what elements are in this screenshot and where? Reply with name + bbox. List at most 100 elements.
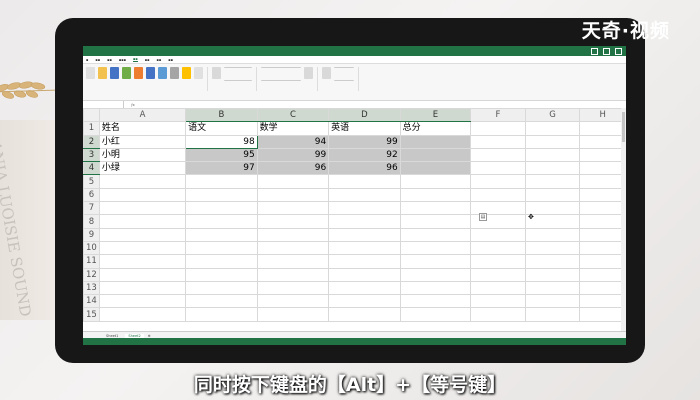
calculate-now-options[interactable] — [334, 67, 354, 81]
row-header[interactable]: 1 — [83, 121, 100, 136]
cell-a4[interactable]: 小绿 — [98, 161, 187, 176]
cell[interactable] — [524, 134, 581, 149]
name-manager-icon[interactable] — [212, 67, 221, 79]
tab-insert[interactable]: ▪▪ — [107, 58, 112, 62]
formula-auditing-options[interactable] — [261, 67, 301, 81]
close-button[interactable] — [615, 48, 622, 55]
cell-e3[interactable] — [399, 147, 472, 163]
quick-analysis-icon[interactable]: ▤ — [479, 213, 487, 221]
excel-window: ▪ ▪▪ ▪▪ ▪▪▪ ▪▪ ▪▪ ▪▪ ▪▪ ƒx A B C D E F G… — [83, 46, 626, 345]
financial-icon[interactable] — [122, 67, 131, 79]
cell-c2[interactable]: 94 — [256, 134, 330, 149]
cell-a1[interactable]: 姓名 — [98, 121, 187, 136]
column-header-a[interactable]: A — [98, 107, 187, 123]
column-header-d[interactable]: D — [328, 107, 401, 123]
autosum-icon[interactable] — [98, 67, 107, 79]
cell-e2[interactable] — [399, 134, 472, 149]
cell[interactable] — [524, 147, 581, 163]
row-header[interactable]: 3 — [83, 147, 100, 163]
quick-access-toolbar[interactable] — [87, 48, 105, 53]
cell-b4[interactable]: 97 — [185, 161, 258, 176]
row-header[interactable]: 6 — [83, 187, 100, 203]
row-header[interactable]: 15 — [83, 307, 100, 322]
cell[interactable] — [470, 121, 526, 136]
tab-review[interactable]: ▪▪ — [157, 58, 162, 62]
table-row: 14 — [83, 294, 626, 309]
table-row: 7 — [83, 201, 626, 216]
more-functions-icon[interactable] — [194, 67, 203, 79]
column-header-b[interactable]: B — [185, 107, 258, 123]
cell-b1[interactable]: 语文 — [185, 121, 258, 136]
cell[interactable] — [579, 121, 626, 136]
lookup-icon[interactable] — [170, 67, 179, 79]
mouse-cursor-icon: ✥ — [528, 213, 534, 221]
cell-d2[interactable]: 99 — [328, 134, 401, 149]
cell-c4[interactable]: 96 — [256, 161, 330, 176]
column-header-c[interactable]: C — [256, 107, 330, 123]
scrollbar-thumb[interactable] — [622, 112, 625, 142]
cell-table: A B C D E F G H 1 姓名 语文 数学 英语 总分 2 小红 98… — [83, 107, 626, 322]
insert-function-icon[interactable] — [86, 67, 95, 79]
column-header-h[interactable]: H — [579, 107, 626, 123]
cell-c3[interactable]: 99 — [256, 147, 330, 163]
watermark-logo: 天奇·视频 — [581, 20, 670, 42]
sheet-tab-1[interactable]: Sheet1 — [103, 334, 121, 338]
cell[interactable] — [470, 147, 526, 163]
cell-e4[interactable] — [399, 161, 472, 176]
watch-window-icon[interactable] — [304, 67, 313, 79]
cell-d4[interactable]: 96 — [328, 161, 401, 176]
row-header[interactable]: 12 — [83, 267, 100, 282]
vertical-scrollbar[interactable] — [621, 108, 626, 331]
table-row: 6 — [83, 187, 626, 203]
row-header[interactable]: 10 — [83, 240, 100, 256]
calculation-options-icon[interactable] — [322, 67, 331, 79]
column-header-f[interactable]: F — [470, 107, 526, 123]
column-header-g[interactable]: G — [524, 107, 581, 123]
column-header-e[interactable]: E — [399, 107, 472, 123]
cell-b3[interactable]: 95 — [185, 147, 258, 163]
cell-e1[interactable]: 总分 — [399, 121, 472, 136]
date-time-icon[interactable] — [158, 67, 167, 79]
minimize-button[interactable] — [591, 48, 598, 55]
name-box[interactable] — [83, 101, 124, 108]
tab-file[interactable]: ▪ — [86, 58, 88, 62]
row-header[interactable]: 14 — [83, 294, 100, 309]
cell-b2[interactable]: 98 — [185, 134, 258, 149]
tab-data[interactable]: ▪▪ — [145, 58, 150, 62]
cell-d1[interactable]: 英语 — [328, 121, 401, 136]
cell-a3[interactable]: 小明 — [98, 147, 187, 163]
cell[interactable] — [579, 147, 626, 163]
row-header[interactable]: 8 — [83, 214, 100, 229]
row-header[interactable]: 4 — [83, 161, 100, 176]
fx-icon[interactable]: ƒx — [124, 103, 142, 107]
add-sheet-icon[interactable]: ⊕ — [148, 334, 151, 338]
maximize-button[interactable] — [603, 48, 610, 55]
tab-formulas[interactable]: ▪▪ — [133, 57, 138, 62]
cell[interactable] — [579, 134, 626, 149]
text-function-icon[interactable] — [146, 67, 155, 79]
recent-functions-icon[interactable] — [110, 67, 119, 79]
cell[interactable] — [524, 121, 581, 136]
tab-home[interactable]: ▪▪ — [95, 58, 100, 62]
cell-a2[interactable]: 小红 — [98, 134, 187, 149]
row-header[interactable]: 13 — [83, 280, 100, 296]
math-trig-icon[interactable] — [182, 67, 191, 79]
row-header[interactable]: 9 — [83, 227, 100, 242]
tab-view[interactable]: ▪▪ — [168, 58, 173, 62]
row-header[interactable]: 2 — [83, 134, 100, 149]
row-header[interactable]: 7 — [83, 201, 100, 216]
cell[interactable] — [579, 161, 626, 176]
select-all-corner[interactable] — [83, 107, 100, 123]
cell-d3[interactable]: 92 — [328, 147, 401, 163]
cell[interactable] — [470, 161, 526, 176]
cell-c1[interactable]: 数学 — [256, 121, 330, 136]
define-name-options[interactable] — [224, 67, 252, 81]
cell[interactable] — [524, 161, 581, 176]
tab-layout[interactable]: ▪▪▪ — [119, 58, 126, 62]
row-header[interactable]: 5 — [83, 174, 100, 189]
sheet-tab-2[interactable]: Sheet2 — [125, 333, 144, 338]
cell[interactable] — [470, 134, 526, 149]
logical-icon[interactable] — [134, 67, 143, 79]
row-header[interactable]: 11 — [83, 254, 100, 269]
table-row: 15 — [83, 307, 626, 322]
